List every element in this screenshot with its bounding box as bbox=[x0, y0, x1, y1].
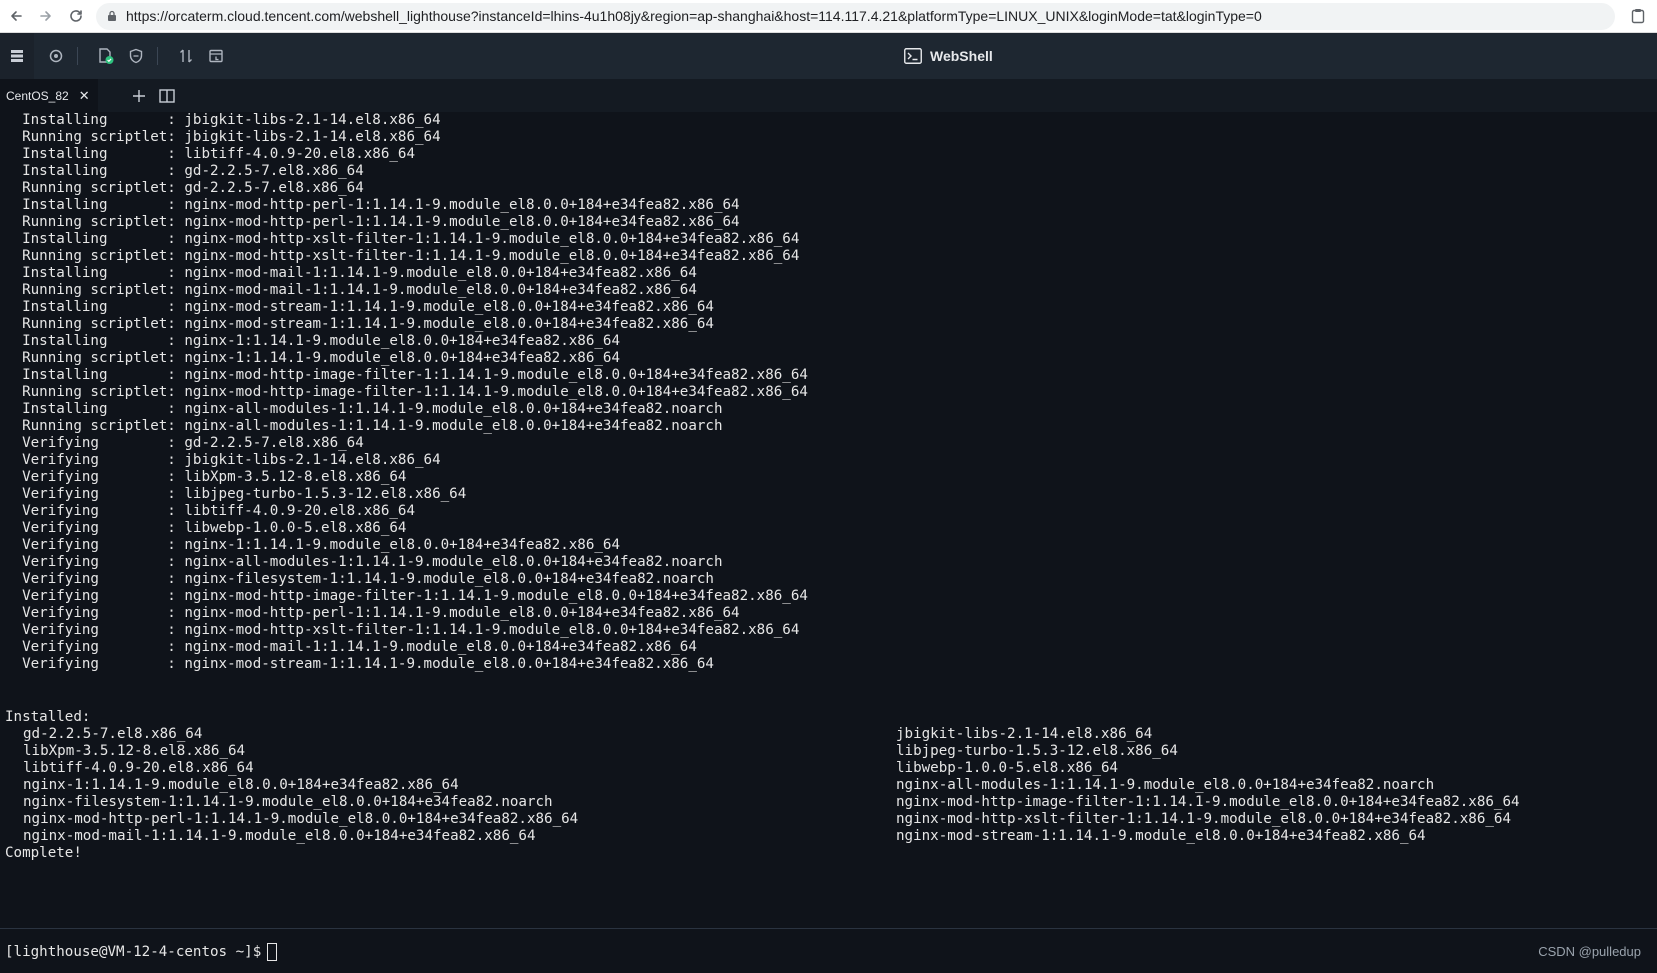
installed-package: nginx-mod-stream-1:1.14.1-9.module_el8.0… bbox=[896, 828, 1426, 844]
log-line: Running scriptlet: nginx-1:1.14.1-9.modu… bbox=[5, 350, 620, 366]
log-line: Installing : nginx-all-modules-1:1.14.1-… bbox=[5, 401, 723, 417]
log-line: Installing : nginx-mod-stream-1:1.14.1-9… bbox=[5, 299, 714, 315]
installed-package: libXpm-3.5.12-8.el8.x86_64 bbox=[23, 743, 246, 759]
log-line: Verifying : libXpm-3.5.12-8.el8.x86_64 bbox=[5, 469, 407, 485]
file-check-icon[interactable] bbox=[91, 33, 121, 79]
close-icon[interactable]: ✕ bbox=[79, 88, 90, 104]
install-log: Installing : jbigkit-libs-2.1-14.el8.x86… bbox=[5, 112, 808, 673]
log-line: Running scriptlet: nginx-mod-mail-1:1.14… bbox=[5, 282, 697, 298]
settings-icon[interactable] bbox=[41, 33, 71, 79]
log-line: Installing : libtiff-4.0.9-20.el8.x86_64 bbox=[5, 146, 415, 162]
forward-arrow-icon[interactable] bbox=[32, 2, 60, 30]
toolbar-divider bbox=[77, 47, 78, 65]
installed-package: nginx-mod-http-perl-1:1.14.1-9.module_el… bbox=[23, 811, 579, 827]
tabs-bar: CentOS_82 ✕ bbox=[0, 79, 1657, 112]
log-line: Installing : nginx-mod-http-perl-1:1.14.… bbox=[5, 197, 740, 213]
log-line: Running scriptlet: jbigkit-libs-2.1-14.e… bbox=[5, 129, 441, 145]
log-line: Verifying : nginx-mod-stream-1:1.14.1-9.… bbox=[5, 656, 714, 672]
shell-prompt[interactable]: [lighthouse@VM-12-4-centos ~]$ bbox=[5, 937, 278, 967]
log-line: Verifying : libwebp-1.0.0-5.el8.x86_64 bbox=[5, 520, 407, 536]
shield-icon[interactable] bbox=[121, 33, 151, 79]
toolbar-divider bbox=[157, 47, 158, 65]
log-line: Verifying : nginx-mod-http-image-filter-… bbox=[5, 588, 808, 604]
log-line: Running scriptlet: nginx-mod-http-image-… bbox=[5, 384, 808, 400]
log-line: Verifying : nginx-mod-http-perl-1:1.14.1… bbox=[5, 605, 740, 621]
terminal-output[interactable]: Installing : jbigkit-libs-2.1-14.el8.x86… bbox=[0, 112, 1657, 928]
log-line: Running scriptlet: nginx-mod-http-xslt-f… bbox=[5, 248, 800, 264]
log-line: Verifying : gd-2.2.5-7.el8.x86_64 bbox=[5, 435, 364, 451]
log-line: Installing : nginx-1:1.14.1-9.module_el8… bbox=[5, 333, 620, 349]
installed-package: nginx-filesystem-1:1.14.1-9.module_el8.0… bbox=[23, 794, 553, 810]
installed-package: nginx-mod-http-xslt-filter-1:1.14.1-9.mo… bbox=[896, 811, 1511, 827]
installed-packages: gd-2.2.5-7.el8.x86_64 jbigkit-libs-2.1-14… bbox=[5, 726, 1638, 845]
installed-package: nginx-mod-http-image-filter-1:1.14.1-9.m… bbox=[896, 794, 1520, 810]
log-line: Verifying : nginx-1:1.14.1-9.module_el8.… bbox=[5, 537, 620, 553]
installed-package: nginx-1:1.14.1-9.module_el8.0.0+184+e34f… bbox=[23, 777, 459, 793]
log-line: Running scriptlet: nginx-mod-stream-1:1.… bbox=[5, 316, 714, 332]
log-line: Verifying : jbigkit-libs-2.1-14.el8.x86_… bbox=[5, 452, 441, 468]
log-line: Verifying : nginx-mod-http-xslt-filter-1… bbox=[5, 622, 800, 638]
log-line: Installing : nginx-mod-http-xslt-filter-… bbox=[5, 231, 800, 247]
log-line: Installing : nginx-mod-http-image-filter… bbox=[5, 367, 808, 383]
add-tab-icon[interactable] bbox=[126, 83, 152, 109]
installed-section: Installed: gd-2.2.5-7.el8.x86_64 jbigkit-… bbox=[5, 709, 1638, 845]
split-view-icon[interactable] bbox=[154, 83, 180, 109]
installed-package: jbigkit-libs-2.1-14.el8.x86_64 bbox=[896, 726, 1153, 742]
log-line: Verifying : libtiff-4.0.9-20.el8.x86_64 bbox=[5, 503, 415, 519]
history-icon[interactable] bbox=[201, 33, 231, 79]
lock-icon bbox=[108, 10, 116, 21]
log-line: Verifying : nginx-filesystem-1:1.14.1-9.… bbox=[5, 571, 714, 587]
installed-package: gd-2.2.5-7.el8.x86_64 bbox=[23, 726, 203, 742]
browser-bar: https://orcaterm.cloud.tencent.com/websh… bbox=[0, 0, 1657, 33]
installed-package: nginx-mod-mail-1:1.14.1-9.module_el8.0.0… bbox=[23, 828, 536, 844]
tab-centos82[interactable]: CentOS_82 ✕ bbox=[0, 79, 98, 112]
transfer-icon[interactable] bbox=[171, 33, 201, 79]
prompt-text: [lighthouse@VM-12-4-centos ~]$ bbox=[5, 944, 262, 960]
log-line: Running scriptlet: nginx-all-modules-1:1… bbox=[5, 418, 723, 434]
reload-icon[interactable] bbox=[62, 2, 90, 30]
app-toolbar: WebShell bbox=[0, 33, 1657, 79]
log-line: Running scriptlet: gd-2.2.5-7.el8.x86_64 bbox=[5, 180, 364, 196]
text-cursor[interactable] bbox=[267, 943, 278, 961]
terminal-icon bbox=[904, 48, 922, 64]
tab-label: CentOS_82 bbox=[6, 88, 69, 103]
installed-package: nginx-all-modules-1:1.14.1-9.module_el8.… bbox=[896, 777, 1435, 793]
address-bar[interactable]: https://orcaterm.cloud.tencent.com/websh… bbox=[96, 2, 1615, 30]
layout-icon[interactable] bbox=[0, 33, 34, 79]
log-line: Verifying : nginx-all-modules-1:1.14.1-9… bbox=[5, 554, 723, 570]
back-arrow-icon[interactable] bbox=[2, 2, 30, 30]
installed-package: libtiff-4.0.9-20.el8.x86_64 bbox=[23, 760, 254, 776]
watermark: CSDN @pulledup bbox=[1538, 944, 1641, 959]
installed-package: libjpeg-turbo-1.5.3-12.el8.x86_64 bbox=[896, 743, 1178, 759]
url-text[interactable]: https://orcaterm.cloud.tencent.com/websh… bbox=[126, 8, 1262, 24]
log-line: Installing : jbigkit-libs-2.1-14.el8.x86… bbox=[5, 112, 441, 128]
clipboard-icon[interactable] bbox=[1627, 5, 1649, 27]
installed-header: Installed: bbox=[5, 709, 91, 725]
installed-package: libwebp-1.0.0-5.el8.x86_64 bbox=[896, 760, 1119, 776]
log-line: Installing : nginx-mod-mail-1:1.14.1-9.m… bbox=[5, 265, 697, 281]
log-line: Verifying : libjpeg-turbo-1.5.3-12.el8.x… bbox=[5, 486, 467, 502]
complete-message: Complete! bbox=[5, 845, 82, 861]
log-line: Verifying : nginx-mod-mail-1:1.14.1-9.mo… bbox=[5, 639, 697, 655]
terminal-divider bbox=[0, 928, 1657, 929]
log-line: Running scriptlet: nginx-mod-http-perl-1… bbox=[5, 214, 740, 230]
log-line: Installing : gd-2.2.5-7.el8.x86_64 bbox=[5, 163, 364, 179]
app-title: WebShell bbox=[904, 33, 993, 79]
app-title-text: WebShell bbox=[930, 48, 993, 64]
